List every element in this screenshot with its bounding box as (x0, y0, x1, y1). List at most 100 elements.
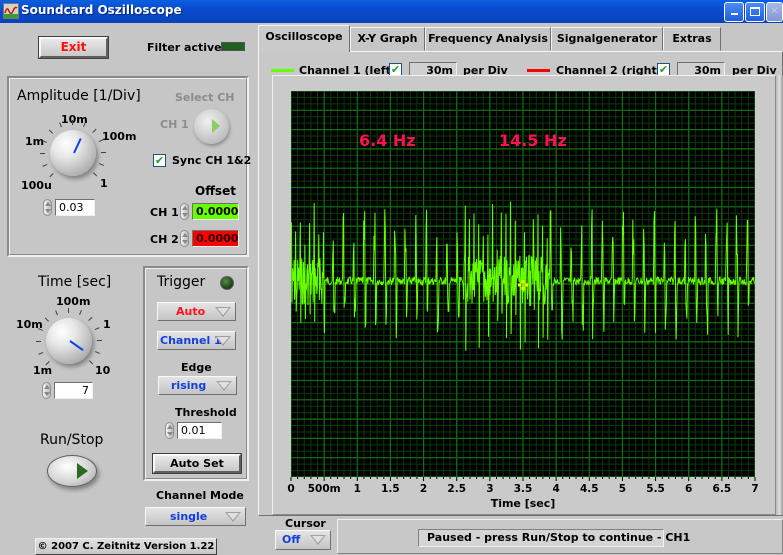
time-knob-tick (94, 350, 100, 354)
time-tick-1m: 1m (33, 364, 53, 377)
cursor-value: Off (282, 533, 301, 546)
cursor-label: Cursor (285, 517, 326, 530)
oscilloscope-plot[interactable]: 6.4 Hz 14.5 Hz (291, 91, 755, 477)
select-ch-label: Select CH (175, 91, 235, 104)
chevron-down-icon (215, 307, 231, 317)
trigger-channel-dropdown[interactable]: Channel 1 (157, 331, 236, 350)
amp-tick-100m: 100m (102, 130, 137, 143)
x-tick-label: 5.5 (646, 483, 665, 495)
window-title: Soundcard Oszilloscope (21, 3, 182, 17)
threshold-field[interactable]: 0.01 (177, 422, 222, 439)
trigger-mode-value: Auto (176, 305, 206, 318)
app-icon (3, 3, 19, 19)
amplitude-knob[interactable] (50, 130, 96, 176)
chevron-down-icon (225, 512, 241, 522)
maximize-button[interactable] (745, 2, 765, 22)
minimize-button[interactable] (724, 2, 744, 22)
x-tick-label: 3.5 (514, 483, 533, 495)
close-button[interactable]: ✕ (766, 2, 783, 22)
x-axis: 0 500m 1 1.5 2 2.5 3 3.5 4 4.5 5 5.5 6 6.5 7 Time [sec] (287, 477, 759, 510)
chevron-down-icon (215, 336, 231, 346)
time-knob-tick (44, 317, 50, 322)
select-ch-value: CH 1 (160, 118, 189, 131)
auto-set-button[interactable]: Auto Set (152, 453, 242, 474)
tab-frequency-analysis[interactable]: Frequency Analysis (425, 27, 551, 51)
x-tick-label: 4 (552, 483, 559, 495)
trigger-mode-dropdown[interactable]: Auto (157, 302, 236, 321)
ch2-legend-line (527, 69, 550, 72)
minimize-icon (730, 13, 738, 15)
amplitude-knob-tick (40, 153, 45, 154)
select-ch-button[interactable] (194, 109, 229, 144)
time-knob-tick (36, 341, 41, 342)
amplitude-knob-tick (101, 152, 106, 153)
time-knob[interactable] (46, 318, 92, 364)
ch1-legend-line (271, 69, 294, 72)
close-icon: ✕ (770, 6, 779, 17)
ch2-offset-spinner[interactable] (180, 230, 189, 247)
chevron-down-icon (310, 535, 326, 545)
time-knob-tick (88, 316, 93, 322)
play-icon (77, 463, 88, 479)
x-tick-label: 6 (685, 483, 692, 495)
x-tick-label: 7 (751, 483, 758, 495)
x-tick-label: 1.5 (381, 483, 400, 495)
time-tick-1: 1 (103, 318, 111, 331)
time-tick-100m: 100m (56, 295, 91, 308)
time-knob-tick (97, 340, 102, 341)
tab-xy-graph[interactable]: X-Y Graph (350, 27, 425, 51)
edge-dropdown[interactable]: rising (158, 376, 237, 395)
time-knob-tick (55, 310, 59, 316)
time-value-field[interactable]: 7 (54, 382, 93, 399)
cursor-dropdown[interactable]: Off (275, 530, 331, 550)
tab-extras[interactable]: Extras (663, 27, 721, 51)
time-knob-tick (88, 360, 94, 365)
frequency-annotation: 6.4 Hz (359, 131, 416, 150)
title-bar: Soundcard Oszilloscope ✕ (0, 0, 783, 23)
amp-tick-100u: 100u (21, 179, 52, 192)
status-text: Paused - press Run/Stop to continue - CH… (418, 529, 690, 547)
trigger-channel-value: Channel 1 (160, 334, 222, 347)
channel-mode-dropdown[interactable]: single (145, 507, 246, 526)
amplitude-title: Amplitude [1/Div] (17, 88, 141, 104)
x-tick-label: 2.5 (447, 483, 466, 495)
play-arrow-icon (212, 119, 220, 133)
copyright-label: © 2007 C. Zeitnitz Version 1.22 (35, 538, 217, 555)
amp-tick-1m: 1m (25, 135, 45, 148)
channel-mode-value: single (170, 510, 208, 523)
time-knob-tick (68, 308, 69, 313)
edge-label: Edge (181, 361, 212, 374)
sync-checkbox[interactable]: ✔ (153, 154, 166, 167)
x-tick-label: 0 (287, 483, 294, 495)
ch1-offset-field[interactable]: 0.0000 (192, 203, 239, 220)
run-stop-label: Run/Stop (40, 432, 104, 448)
amplitude-spinner[interactable] (43, 199, 52, 216)
exit-button[interactable]: Exit (38, 36, 109, 59)
chevron-down-icon (216, 381, 232, 391)
right-edge-bar (776, 75, 783, 515)
x-tick-label: 5 (619, 483, 626, 495)
offset-label: Offset (195, 184, 236, 198)
ch1-offset-label: CH 1 (150, 206, 179, 219)
time-tick-10: 10 (95, 364, 111, 377)
x-tick-label: 500m (308, 483, 341, 495)
time-title: Time [sec] (38, 274, 112, 290)
filter-active-label: Filter active (147, 41, 222, 54)
sync-label: Sync CH 1&2 (172, 154, 252, 167)
x-tick-label: 3 (486, 483, 493, 495)
amplitude-value-field[interactable]: 0.03 (55, 199, 95, 216)
edge-value: rising (171, 379, 207, 392)
ch1-offset-spinner[interactable] (180, 203, 189, 220)
run-stop-button[interactable] (47, 455, 97, 487)
trigger-led (220, 276, 234, 290)
time-knob-tick (78, 310, 82, 316)
time-spinner[interactable] (42, 382, 51, 399)
threshold-label: Threshold (175, 406, 237, 419)
tab-oscilloscope[interactable]: Oscilloscope (258, 25, 350, 52)
amplitude-knob-tick (72, 120, 73, 125)
x-tick-label: 1 (354, 483, 361, 495)
ch2-offset-field[interactable]: 0.0000 (192, 230, 239, 247)
threshold-spinner[interactable] (165, 422, 174, 439)
tab-signalgenerator[interactable]: Signalgenerator (551, 27, 663, 51)
x-tick-label: 2 (420, 483, 427, 495)
